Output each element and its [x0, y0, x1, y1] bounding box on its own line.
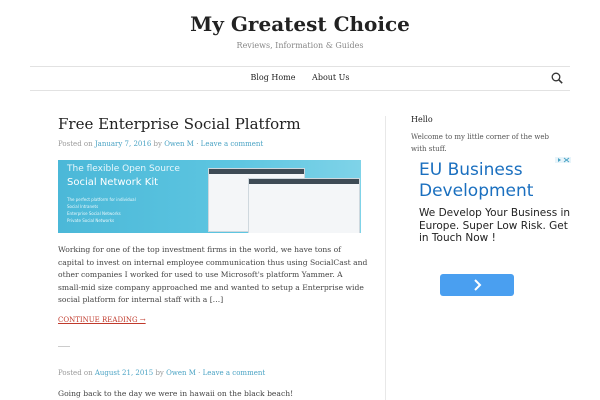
meta-by: by: [153, 140, 162, 148]
author-link[interactable]: Owen M: [166, 369, 196, 377]
site-title[interactable]: My Greatest Choice: [0, 12, 600, 36]
main-nav: Blog Home About Us: [0, 73, 600, 82]
author-link[interactable]: Owen M: [164, 140, 194, 148]
meta-separator: ·: [196, 140, 199, 148]
post-meta: Posted on August 21, 2015 by Owen M · Le…: [58, 369, 265, 377]
mock-topbar: [249, 179, 359, 184]
post-title[interactable]: Free Enterprise Social Platform: [58, 115, 301, 133]
post-meta: Posted on January 7, 2016 by Owen M · Le…: [58, 140, 263, 148]
meta-prefix: Posted on: [58, 369, 93, 377]
nav-bottom-border: [30, 90, 570, 91]
post-date-link[interactable]: January 7, 2016: [95, 140, 151, 148]
site-description: Reviews, Information & Guides: [236, 41, 364, 50]
chevron-right-icon: [474, 279, 482, 291]
banner-bullet: Social Intranets: [67, 204, 99, 209]
ad-banner[interactable]: EU Business Development We Develop Your …: [411, 157, 571, 307]
banner-bullets: The perfect platform for individual Soci…: [67, 196, 136, 224]
post-date-link[interactable]: August 21, 2015: [95, 369, 153, 377]
ad-headline[interactable]: EU Business Development: [419, 160, 571, 202]
banner-line2: Social Network Kit: [67, 177, 159, 188]
sidebar-divider: [385, 116, 386, 400]
banner-line1: The flexible Open Source: [67, 164, 180, 174]
widget-title: Hello: [411, 115, 433, 124]
leave-comment-link[interactable]: Leave a comment: [203, 369, 266, 377]
meta-by: by: [155, 369, 164, 377]
search-icon[interactable]: [551, 72, 563, 84]
screenshot-mock-front: [248, 178, 360, 233]
mock-topbar: [209, 169, 304, 174]
leave-comment-link[interactable]: Leave a comment: [201, 140, 264, 148]
meta-prefix: Posted on: [58, 140, 93, 148]
continue-reading-link[interactable]: CONTINUE READING →: [58, 316, 146, 324]
banner-bullet: Enterprise Social Networks: [67, 211, 121, 216]
post-separator: [58, 346, 70, 347]
nav-item-about-us[interactable]: About Us: [312, 73, 349, 82]
featured-image[interactable]: The flexible Open Source Social Network …: [58, 160, 361, 233]
post-excerpt: Going back to the day we were in hawaii …: [58, 389, 294, 398]
nav-top-border: [30, 66, 570, 67]
widget-text: Welcome to my little corner of the web w…: [411, 133, 549, 153]
ad-body: We Develop Your Business in Europe. Supe…: [419, 207, 571, 244]
post-excerpt: Working for one of the top investment fi…: [58, 245, 368, 305]
banner-bullet: Private Social Networks: [67, 218, 115, 223]
ad-cta-button[interactable]: [440, 274, 514, 296]
banner-bullet: The perfect platform for individual: [67, 197, 136, 202]
meta-separator: ·: [198, 369, 201, 377]
nav-item-blog-home[interactable]: Blog Home: [250, 73, 295, 82]
